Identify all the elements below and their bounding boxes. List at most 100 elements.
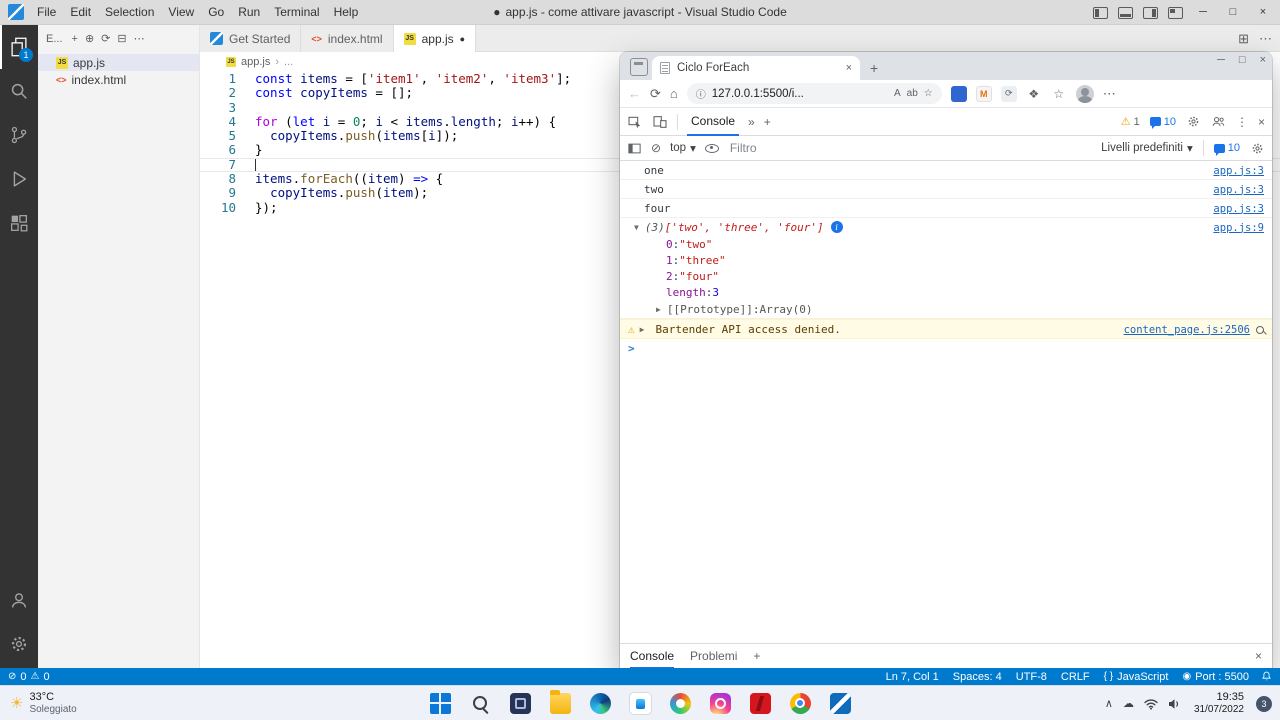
accounts-button[interactable] bbox=[0, 578, 38, 622]
drawer-close-icon[interactable]: × bbox=[1255, 649, 1262, 663]
browser-maximize-button[interactable]: □ bbox=[1239, 54, 1246, 66]
url-text[interactable]: 127.0.0.1:5500/i... bbox=[712, 88, 888, 100]
source-link[interactable]: app.js:3 bbox=[1213, 184, 1264, 196]
explorer-more-icon[interactable]: ⋯ bbox=[134, 32, 145, 46]
status-indentation[interactable]: Spaces: 4 bbox=[953, 671, 1002, 683]
taskbar-app-vscode[interactable] bbox=[828, 689, 852, 717]
wifi-icon[interactable] bbox=[1144, 698, 1158, 710]
status-cursor-position[interactable]: Ln 7, Col 1 bbox=[886, 671, 939, 683]
menu-terminal[interactable]: Terminal bbox=[267, 0, 326, 24]
home-icon[interactable]: ⌂ bbox=[670, 86, 678, 101]
caret-expanded-icon[interactable]: ▼ bbox=[634, 223, 639, 232]
devtools-more-icon[interactable]: ⋮ bbox=[1236, 115, 1248, 129]
menu-selection[interactable]: Selection bbox=[98, 0, 161, 24]
translate-icon[interactable]: ab bbox=[907, 88, 918, 99]
drawer-add-icon[interactable]: + bbox=[753, 649, 760, 663]
favorites-hub-icon[interactable]: ☆ bbox=[1051, 86, 1067, 102]
volume-icon[interactable] bbox=[1168, 698, 1180, 710]
messages-badge[interactable]: 10 bbox=[1213, 142, 1240, 156]
profiles-icon[interactable] bbox=[1211, 114, 1226, 129]
file-item-app.js[interactable]: JS app.js bbox=[38, 54, 199, 71]
menu-edit[interactable]: Edit bbox=[63, 0, 98, 24]
problems-errors[interactable]: ⊘ 0 ⚠ 0 bbox=[8, 671, 50, 683]
clear-console-icon[interactable]: ⊘ bbox=[651, 141, 661, 155]
menu-run[interactable]: Run bbox=[231, 0, 267, 24]
layout-panel-toggle-icon[interactable] bbox=[1118, 6, 1133, 19]
taskbar-app-search[interactable] bbox=[468, 689, 492, 717]
back-icon[interactable]: ← bbox=[628, 86, 641, 101]
profile-avatar[interactable] bbox=[1075, 84, 1094, 103]
breadcrumb-file[interactable]: app.js bbox=[241, 56, 270, 68]
editor-tab-index.html[interactable]: <> index.html bbox=[301, 25, 394, 52]
editor-tab-get-started[interactable]: Get Started bbox=[200, 25, 302, 52]
tab-close-icon[interactable]: × bbox=[846, 62, 852, 74]
refresh-explorer-icon[interactable]: ⟳ bbox=[101, 32, 110, 46]
taskbar-app-store[interactable] bbox=[628, 689, 652, 717]
menu-go[interactable]: Go bbox=[201, 0, 231, 24]
taskbar-app-file-explorer[interactable] bbox=[548, 689, 572, 717]
add-favorite-icon[interactable]: ☆ bbox=[924, 88, 933, 99]
taskbar-app-instagram[interactable] bbox=[708, 689, 732, 717]
sidebar-item-extensions[interactable] bbox=[0, 201, 38, 245]
tab-console[interactable]: Console bbox=[687, 108, 739, 136]
tray-chevron-up-icon[interactable]: ∧ bbox=[1105, 697, 1113, 710]
onedrive-cloud-icon[interactable]: ☁ bbox=[1123, 697, 1134, 710]
refresh-icon[interactable]: ⟳ bbox=[650, 86, 661, 102]
customize-layout-icon[interactable] bbox=[1168, 6, 1183, 19]
browser-minimize-button[interactable]: ─ bbox=[1217, 54, 1225, 66]
add-panel-icon[interactable]: + bbox=[764, 115, 771, 129]
menu-help[interactable]: Help bbox=[327, 0, 366, 24]
extensions-puzzle-icon[interactable]: ❖ bbox=[1026, 86, 1042, 102]
layout-sidebar-toggle-icon[interactable] bbox=[1093, 6, 1108, 19]
taskbar-app-windows-start[interactable] bbox=[428, 689, 452, 717]
editor-more-icon[interactable]: ⋯ bbox=[1259, 31, 1272, 47]
warnings-badge[interactable]: ⚠ 1 bbox=[1121, 115, 1140, 129]
collapse-all-icon[interactable]: ⊟ bbox=[117, 32, 126, 46]
live-expression-eye-icon[interactable] bbox=[704, 143, 719, 153]
status-encoding[interactable]: UTF-8 bbox=[1016, 671, 1047, 683]
editor-tab-app.js[interactable]: JS app.js ● bbox=[393, 25, 477, 52]
sidebar-item-explorer[interactable]: 1 bbox=[0, 25, 38, 69]
weather-widget[interactable]: ☀ 33°C Soleggiato bbox=[0, 691, 170, 715]
maximize-button[interactable]: □ bbox=[1218, 0, 1248, 25]
browser-tab[interactable]: Ciclo ForEach × bbox=[652, 56, 860, 80]
status-live-server-port[interactable]: ◉ Port : 5500 bbox=[1182, 671, 1249, 683]
breadcrumb-symbol[interactable]: ... bbox=[284, 56, 293, 68]
devtools-close-icon[interactable]: × bbox=[1258, 115, 1265, 129]
read-aloud-icon[interactable]: A bbox=[894, 88, 901, 99]
taskbar-app-task-view[interactable] bbox=[508, 689, 532, 717]
more-tabs-icon[interactable]: » bbox=[748, 115, 755, 129]
browser-more-icon[interactable]: ⋯ bbox=[1103, 86, 1116, 102]
extension-icon-m[interactable]: M bbox=[975, 85, 992, 102]
console-prompt[interactable]: > bbox=[620, 339, 1272, 357]
menu-view[interactable]: View bbox=[161, 0, 201, 24]
new-folder-icon[interactable]: ⊕ bbox=[85, 32, 94, 46]
url-bar[interactable]: ⓘ 127.0.0.1:5500/i... A ab ☆ bbox=[686, 83, 942, 104]
status-eol[interactable]: CRLF bbox=[1061, 671, 1090, 683]
split-editor-icon[interactable]: ⊞ bbox=[1238, 31, 1249, 47]
sidebar-item-search[interactable] bbox=[0, 69, 38, 113]
console-sidebar-icon[interactable] bbox=[627, 141, 642, 156]
messages-badge[interactable]: 10 bbox=[1149, 116, 1176, 129]
source-link[interactable]: app.js:3 bbox=[1213, 165, 1264, 177]
file-item-index.html[interactable]: <> index.html bbox=[38, 71, 199, 88]
magnifier-icon[interactable] bbox=[1256, 325, 1264, 334]
sidebar-item-run-debug[interactable] bbox=[0, 157, 38, 201]
menu-file[interactable]: File bbox=[30, 0, 63, 24]
devtools-settings-icon[interactable] bbox=[1186, 114, 1201, 129]
new-tab-button[interactable]: + bbox=[870, 60, 878, 76]
taskbar-clock[interactable]: 19:35 31/07/2022 bbox=[1194, 691, 1244, 716]
sidebar-item-source-control[interactable] bbox=[0, 113, 38, 157]
drawer-tab-problemi[interactable]: Problemi bbox=[690, 644, 737, 669]
context-selector[interactable]: top ▾ bbox=[670, 141, 696, 155]
taskbar-app-netflix[interactable] bbox=[748, 689, 772, 717]
caret-collapsed-icon[interactable]: ▶ bbox=[640, 325, 645, 334]
inspect-element-icon[interactable] bbox=[627, 114, 643, 130]
notification-count-badge[interactable]: 3 bbox=[1256, 695, 1272, 712]
minimize-button[interactable]: ─ bbox=[1188, 0, 1218, 25]
extension-icon-sync[interactable]: ⟳ bbox=[1000, 85, 1017, 102]
layout-secondary-sidebar-toggle-icon[interactable] bbox=[1143, 6, 1158, 19]
tab-actions-icon[interactable] bbox=[630, 58, 648, 76]
taskbar-app-photos[interactable] bbox=[668, 689, 692, 717]
new-file-icon[interactable]: + bbox=[72, 32, 78, 46]
